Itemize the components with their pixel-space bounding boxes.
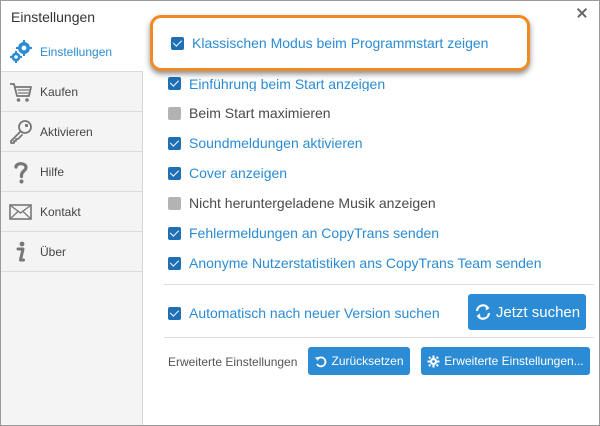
sidebar: Einstellungen Kaufen Aktivieren Hilfe Ko… <box>1 32 143 425</box>
sidebar-item-label: Kontakt <box>40 205 81 219</box>
auto-update-row[interactable]: Automatisch nach neuer Version suchen <box>168 303 440 323</box>
option-row[interactable]: Nicht heruntergeladene Musik anzeigen <box>168 193 436 213</box>
option-row[interactable]: Cover anzeigen <box>168 163 287 183</box>
divider <box>164 284 594 285</box>
option-checkbox[interactable] <box>168 196 181 210</box>
key-icon <box>10 120 32 144</box>
option-checkbox[interactable] <box>168 226 181 240</box>
option-label: Beim Start maximieren <box>189 105 331 121</box>
refresh-icon <box>475 304 490 320</box>
option-row[interactable]: Soundmeldungen aktivieren <box>168 133 363 153</box>
advanced-settings-button-label: Erweiterte Einstellungen... <box>444 354 584 368</box>
divider <box>164 337 594 338</box>
sidebar-item-label: Einstellungen <box>40 45 113 59</box>
option-label: Nicht heruntergeladene Musik anzeigen <box>189 195 436 211</box>
option-checkbox[interactable] <box>168 136 181 150</box>
auto-update-label: Automatisch nach neuer Version suchen <box>189 305 440 321</box>
advanced-settings-label: Erweiterte Einstellungen <box>168 355 298 369</box>
option-label: Einführung beim Start anzeigen <box>189 76 386 91</box>
sidebar-item-einstellungen[interactable]: Einstellungen <box>1 32 143 72</box>
window-title: Einstellungen <box>11 9 96 25</box>
sidebar-item-ueber[interactable]: Über <box>1 232 142 272</box>
option-checkbox[interactable] <box>168 256 181 270</box>
undo-icon <box>315 355 327 367</box>
check-now-label: Jetzt suchen <box>495 303 581 321</box>
option-row[interactable]: Beim Start maximieren <box>168 103 331 123</box>
option-row[interactable]: Anonyme Nutzerstatistiken ans CopyTrans … <box>168 253 542 273</box>
option-checkbox[interactable] <box>168 166 181 180</box>
sidebar-item-label: Über <box>40 245 67 259</box>
highlight-callout: Klassischen Modus beim Programmstart zei… <box>150 15 530 71</box>
auto-update-checkbox[interactable] <box>168 306 181 320</box>
gears-icon <box>10 40 32 63</box>
sidebar-item-kontakt[interactable]: Kontakt <box>1 192 142 232</box>
gear-icon <box>427 355 440 367</box>
cart-icon <box>10 83 32 102</box>
option-label: Soundmeldungen aktivieren <box>189 135 363 151</box>
envelope-icon <box>9 204 32 220</box>
advanced-settings-button[interactable]: Erweiterte Einstellungen... <box>421 347 590 375</box>
option-label: Klassischen Modus beim Programmstart zei… <box>192 35 489 51</box>
settings-window: Einstellungen Einstellungen Kaufen Aktiv… <box>0 0 600 426</box>
sidebar-item-hilfe[interactable]: Hilfe <box>1 152 142 192</box>
option-row[interactable]: Einführung beim Start anzeigen <box>168 73 385 91</box>
sidebar-item-aktivieren[interactable]: Aktivieren <box>1 112 142 152</box>
option-row[interactable]: Klassischen Modus beim Programmstart zei… <box>171 33 488 53</box>
settings-content: Einführung beim Start anzeigen Klassisch… <box>144 15 599 425</box>
option-label: Fehlermeldungen an CopyTrans senden <box>189 225 440 241</box>
close-button[interactable] <box>565 1 599 24</box>
info-icon <box>16 241 25 262</box>
option-checkbox[interactable] <box>168 106 181 120</box>
check-now-button[interactable]: Jetzt suchen <box>468 294 586 330</box>
option-checkbox[interactable] <box>171 36 184 50</box>
sidebar-item-label: Hilfe <box>40 165 65 179</box>
question-icon <box>14 162 28 184</box>
option-checkbox[interactable] <box>168 77 181 90</box>
sidebar-item-label: Aktivieren <box>40 125 93 139</box>
sidebar-item-kaufen[interactable]: Kaufen <box>1 72 142 112</box>
reset-label: Zurücksetzen <box>331 354 404 368</box>
option-label: Anonyme Nutzerstatistiken ans CopyTrans … <box>189 255 542 271</box>
sidebar-item-label: Kaufen <box>40 85 79 99</box>
option-label: Cover anzeigen <box>189 165 288 181</box>
option-row[interactable]: Fehlermeldungen an CopyTrans senden <box>168 223 439 243</box>
reset-button[interactable]: Zurücksetzen <box>308 347 410 375</box>
